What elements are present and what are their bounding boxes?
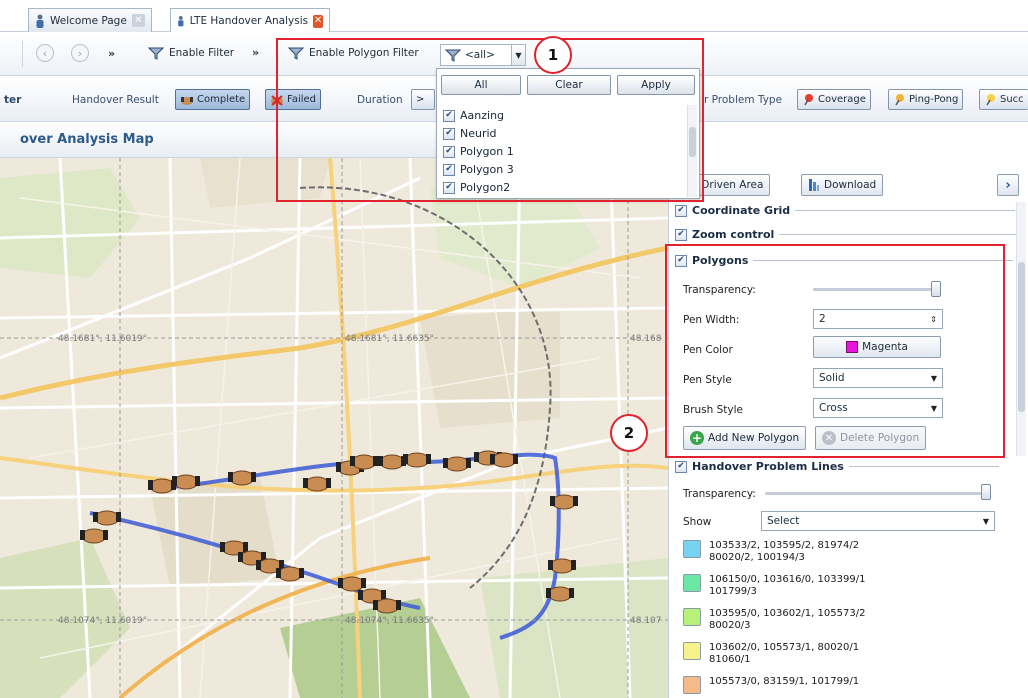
legend-text: 103602/0, 105573/1, 80020/1 — [709, 642, 860, 653]
legend-text: 103533/2, 103595/2, 81974/2 — [709, 540, 860, 551]
coordinate-grid-label: Coordinate Grid — [692, 204, 791, 217]
panel-scrollbar[interactable] — [1016, 202, 1026, 456]
legend-text: 106150/0, 103616/0, 103399/1 — [709, 574, 866, 585]
highlight-box-polygons-settings — [665, 244, 1005, 458]
legend-text: 80020/2, 100194/3 — [709, 552, 805, 563]
handover-lines-checkbox[interactable]: ✔ — [675, 460, 687, 473]
enable-filter-button[interactable]: Enable Filter — [148, 46, 234, 60]
person-icon — [178, 16, 184, 27]
legend-text: 105573/0, 83159/1, 101799/1 — [709, 676, 860, 687]
zoom-control-section[interactable]: ✔ Zoom control — [675, 228, 1020, 241]
filter-icon — [148, 47, 164, 60]
legend-text: 80020/3 — [709, 620, 751, 631]
scrollbar-thumb[interactable] — [1018, 262, 1025, 412]
pin-icon — [895, 94, 904, 106]
callout-number: 1 — [547, 46, 559, 64]
coordinate-grid-section[interactable]: ✔ Coordinate Grid — [675, 204, 1016, 217]
toolbar-separator — [22, 41, 23, 67]
handover-problem-lines-section[interactable]: ✔ Handover Problem Lines — [675, 460, 999, 473]
close-icon[interactable]: ✕ — [313, 14, 323, 28]
tab-label: LTE Handover Analysis — [189, 15, 309, 27]
handover-analysis-map[interactable]: 48.1681°, 11.6019° 48.1681°, 11.6635° 48… — [0, 158, 668, 698]
grid-coordinate-label: 48.1074°, 11.6019° — [58, 616, 148, 626]
legend-text: 81060/1 — [709, 654, 751, 665]
download-icon — [809, 179, 819, 191]
grid-coordinate-label: 48.168 — [630, 334, 662, 344]
handshake-icon — [181, 96, 193, 105]
legend-swatch — [683, 608, 701, 626]
legend-text: 103595/0, 103602/1, 105573/2 — [709, 608, 866, 619]
grid-coordinate-label: 48.107 — [630, 616, 662, 626]
show-label: Show — [683, 516, 712, 528]
handover-result-label: Handover Result — [72, 94, 159, 106]
download-button[interactable]: Download — [801, 174, 884, 196]
complete-label: Complete — [197, 94, 246, 105]
handover-lines-label: Handover Problem Lines — [692, 460, 844, 473]
grid-coordinate-label: 48.1681°, 11.6635° — [345, 334, 435, 344]
legend-item: 103533/2, 103595/2, 81974/2 80020/2, 1001… — [683, 540, 859, 564]
ping-pong-label: Ping-Pong — [909, 94, 959, 105]
pin-icon — [986, 94, 995, 106]
grid-coordinate-label: 48.1074°, 11.6635° — [345, 616, 435, 626]
pin-icon — [804, 94, 813, 106]
chevron-right-icon: › — [1005, 177, 1011, 193]
success-button[interactable]: Succ — [979, 89, 1028, 110]
slider-thumb[interactable] — [981, 484, 991, 500]
highlight-box-polygon-filter — [276, 38, 704, 202]
legend-item: 105573/0, 83159/1, 101799/1 — [683, 676, 859, 694]
zoom-control-checkbox[interactable]: ✔ — [675, 228, 687, 241]
more-chevron-icon[interactable]: » — [252, 46, 259, 59]
chevron-down-icon: ▼ — [982, 516, 989, 526]
success-label: Succ — [1000, 94, 1024, 105]
expand-panel-button[interactable]: › — [997, 174, 1019, 196]
person-icon — [36, 14, 44, 28]
zoom-control-label: Zoom control — [692, 228, 775, 241]
grid-coordinate-label: 48.1681°, 11.6019° — [58, 334, 148, 344]
coverage-button[interactable]: Coverage — [797, 89, 871, 110]
coverage-label: Coverage — [818, 94, 866, 105]
legend-swatch — [683, 540, 701, 558]
legend-item: 103595/0, 103602/1, 105573/2 80020/3 — [683, 608, 865, 632]
show-select[interactable]: Select ▼ — [761, 511, 995, 531]
transparency-label: Transparency: — [683, 488, 756, 500]
legend-swatch — [683, 676, 701, 694]
legend-item: 106150/0, 103616/0, 103399/1 101799/3 — [683, 574, 865, 598]
callout-badge: 1 — [534, 36, 572, 74]
callout-badge: 2 — [610, 414, 648, 452]
callout-number: 2 — [623, 424, 635, 442]
tab-bar: Welcome Page ✕ LTE Handover Analysis ✕ — [0, 0, 1028, 33]
problem-type-label: r Problem Type — [704, 94, 783, 106]
legend-swatch — [683, 642, 701, 660]
download-label: Download — [824, 179, 877, 191]
show-value: Select — [767, 515, 800, 527]
tab-label: Welcome Page — [50, 14, 127, 27]
close-icon[interactable]: ✕ — [131, 14, 145, 27]
coordinate-grid-checkbox[interactable]: ✔ — [675, 204, 687, 217]
map-title: over Analysis Map — [20, 132, 154, 147]
ping-pong-button[interactable]: Ping-Pong — [888, 89, 964, 110]
complete-button[interactable]: Complete — [175, 89, 251, 110]
filter-label: ter — [4, 94, 22, 106]
legend-item: 103602/0, 105573/1, 80020/1 81060/1 — [683, 642, 859, 666]
forward-button[interactable]: › — [71, 44, 89, 62]
back-button[interactable]: ‹ — [36, 44, 54, 62]
more-chevron-icon[interactable]: » — [108, 47, 115, 60]
legend-text: 101799/3 — [709, 586, 757, 597]
tab-welcome-page[interactable]: Welcome Page ✕ — [28, 8, 152, 32]
tab-lte-handover-analysis[interactable]: LTE Handover Analysis ✕ — [170, 8, 330, 33]
legend-swatch — [683, 574, 701, 592]
enable-filter-label: Enable Filter — [169, 47, 235, 59]
lines-transparency-slider[interactable] — [765, 492, 991, 495]
